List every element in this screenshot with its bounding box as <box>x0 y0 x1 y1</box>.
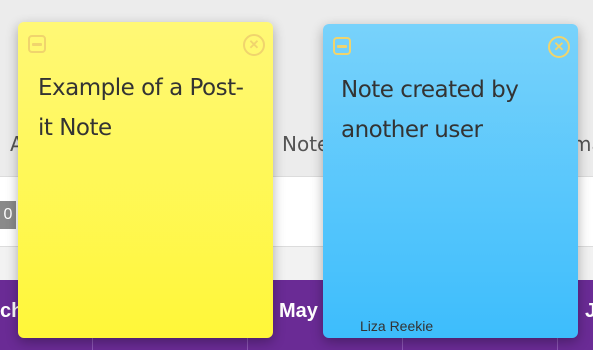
close-icon[interactable]: ✕ <box>548 36 570 58</box>
sticky-note[interactable]: ✕ Example of a Post-it Note <box>18 22 273 338</box>
month-label-june[interactable]: J <box>585 300 593 323</box>
minimize-icon[interactable] <box>28 35 46 53</box>
sticky-note[interactable]: ✕ Note created by another user Liza Reek… <box>323 24 578 338</box>
month-label-may[interactable]: May <box>279 300 318 323</box>
note-text[interactable]: Example of a Post-it Note <box>38 68 255 148</box>
note-author: Liza Reekie <box>360 318 434 334</box>
count-badge: 0 <box>0 201 16 229</box>
note-text[interactable]: Note created by another user <box>341 70 560 150</box>
close-icon[interactable]: ✕ <box>243 34 265 56</box>
minimize-icon[interactable] <box>333 37 351 55</box>
